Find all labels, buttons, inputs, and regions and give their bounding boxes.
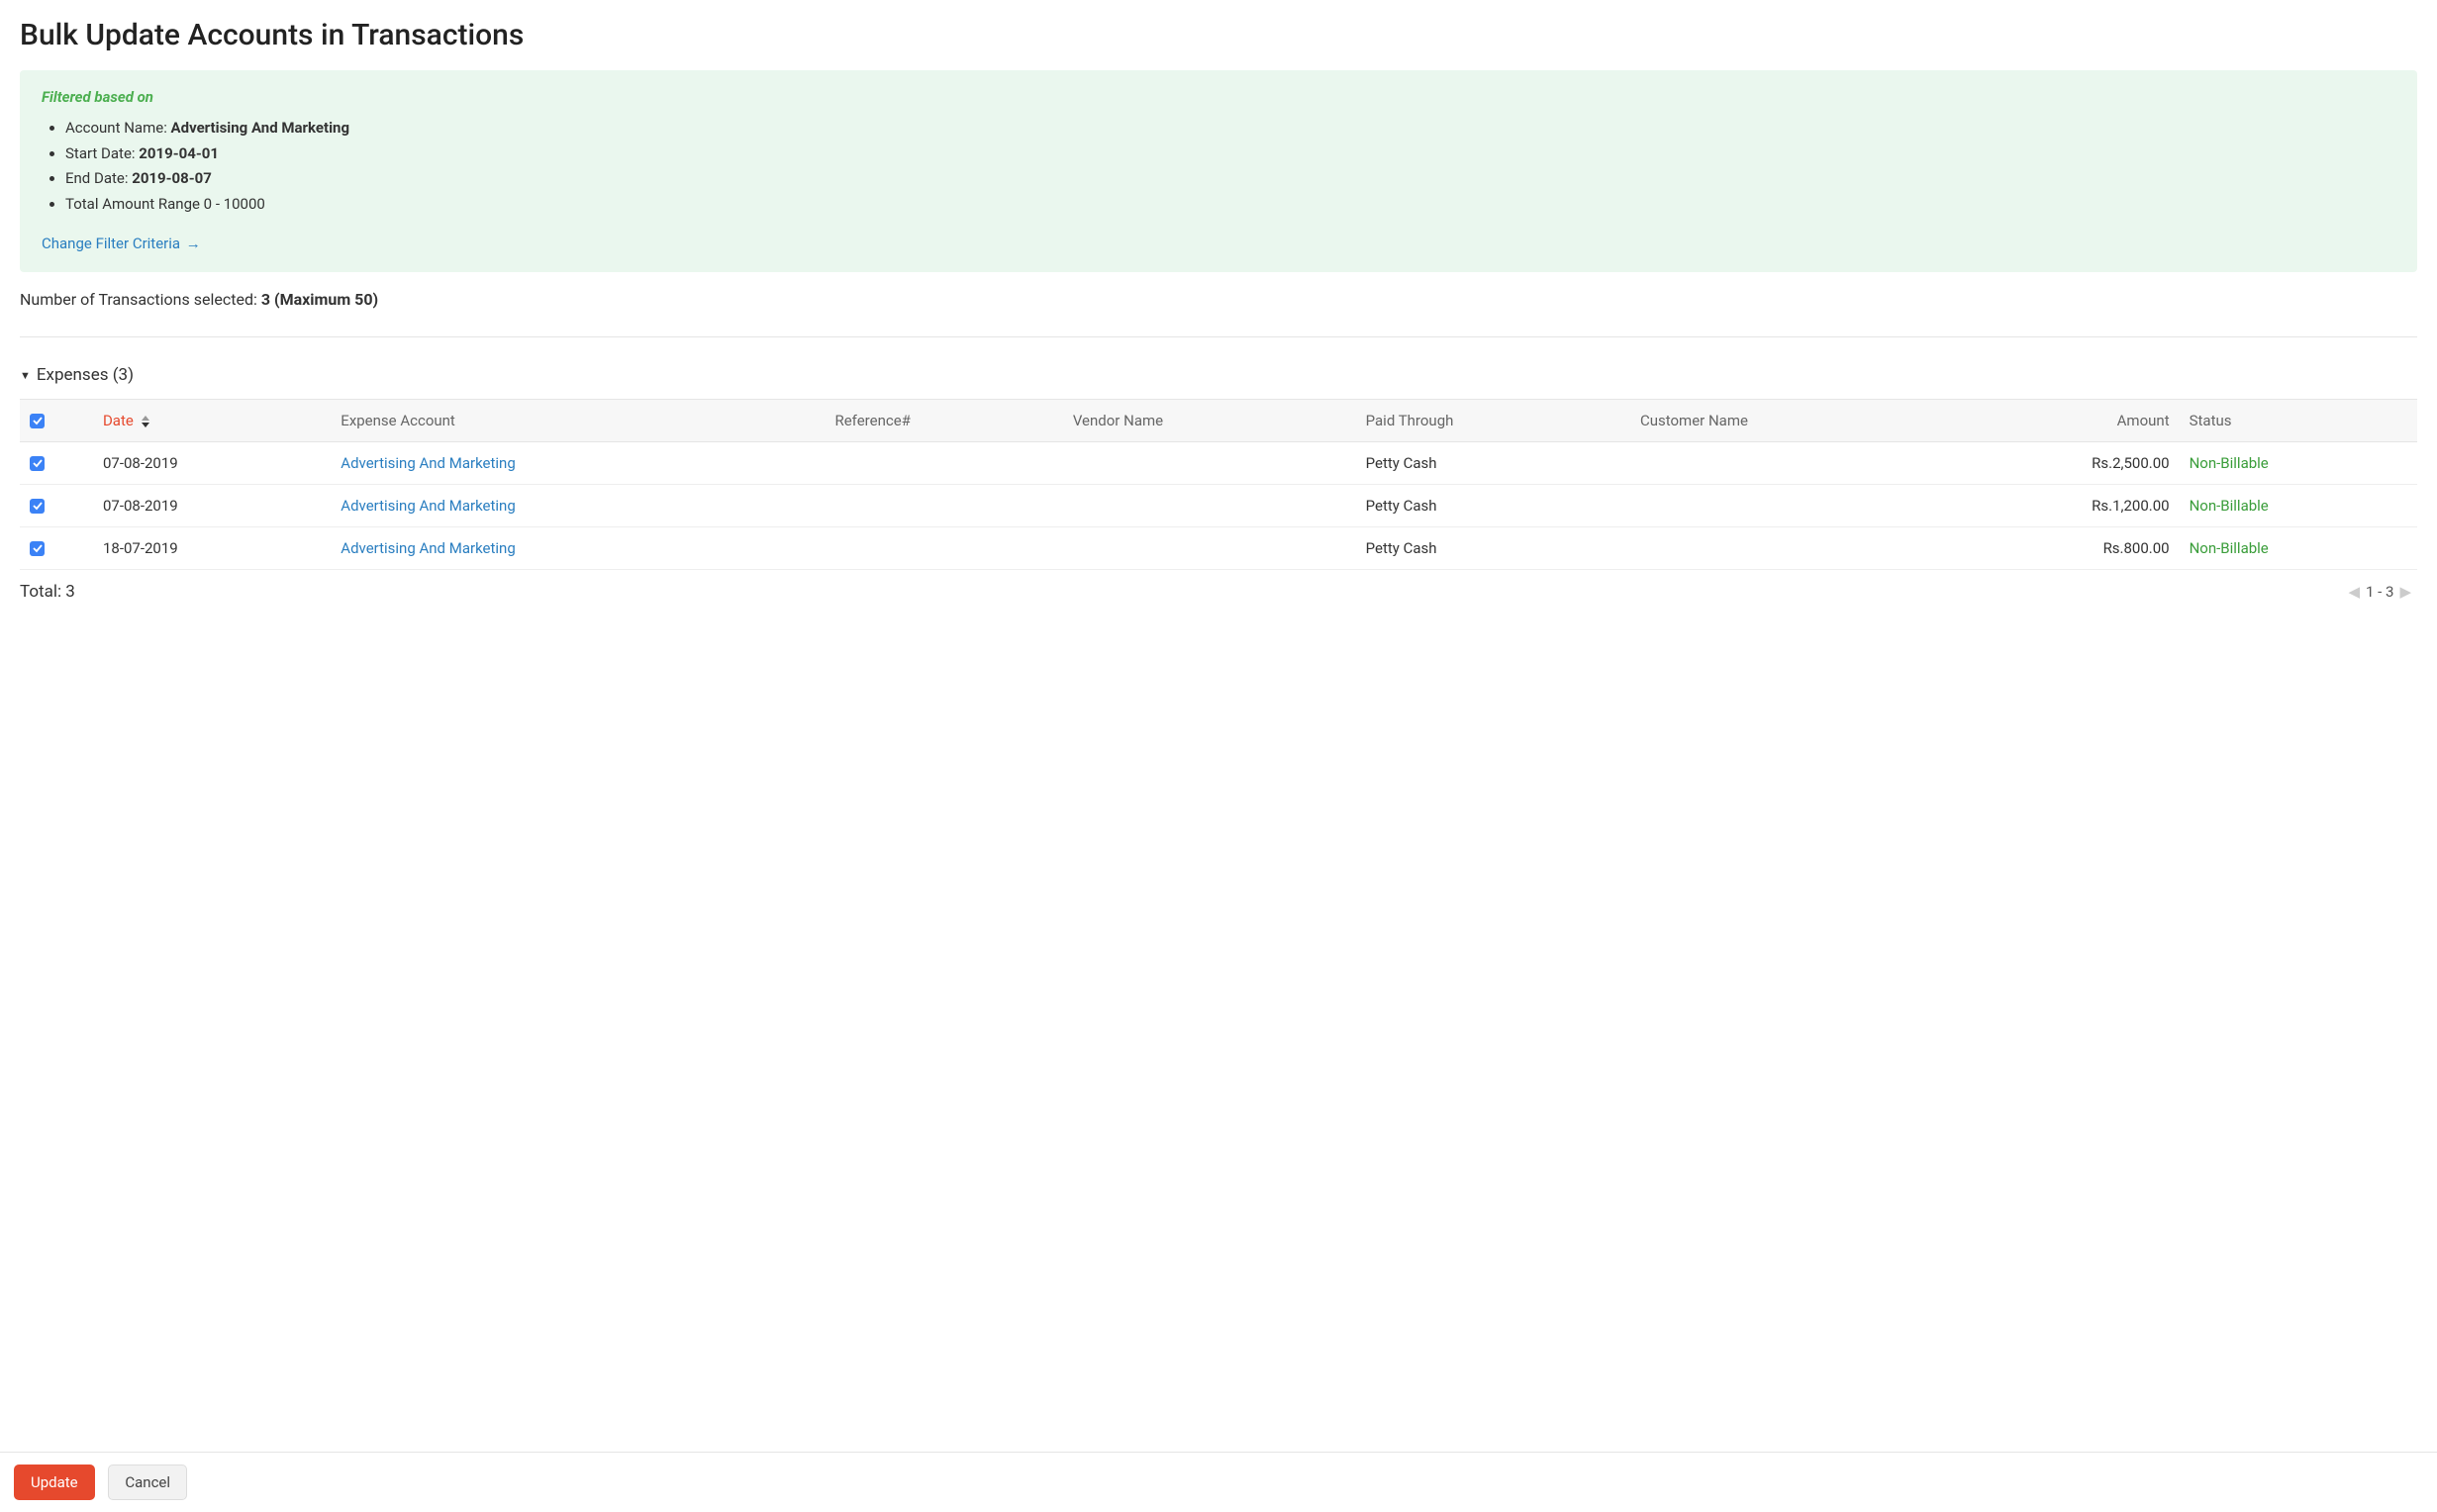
cell-status: Non-Billable	[2180, 527, 2417, 570]
row-checkbox[interactable]	[30, 456, 45, 471]
cell-date: 18-07-2019	[93, 527, 331, 570]
cancel-button[interactable]: Cancel	[108, 1465, 187, 1500]
expense-account-link[interactable]: Advertising And Marketing	[341, 497, 515, 515]
cell-status: Non-Billable	[2180, 485, 2417, 527]
pager-next[interactable]: ▶	[2393, 583, 2417, 601]
filter-item-account: Account Name: Advertising And Marketing	[65, 116, 2395, 142]
expenses-section-toggle[interactable]: ▼ Expenses (3)	[20, 365, 2417, 385]
select-all-checkbox[interactable]	[30, 414, 45, 428]
row-checkbox[interactable]	[30, 541, 45, 556]
expenses-section-title: Expenses (3)	[37, 365, 134, 385]
cell-amount: Rs.2,500.00	[1960, 442, 2180, 485]
filter-item-end-date: End Date: 2019-08-07	[65, 166, 2395, 192]
cell-amount: Rs.1,200.00	[1960, 485, 2180, 527]
arrow-right-icon: →	[182, 235, 201, 252]
expenses-table: Date Expense Account Reference# Vendor N…	[20, 399, 2417, 570]
header-customer[interactable]: Customer Name	[1630, 400, 1960, 442]
cell-date: 07-08-2019	[93, 485, 331, 527]
row-checkbox[interactable]	[30, 499, 45, 514]
filter-summary-panel: Filtered based on Account Name: Advertis…	[20, 70, 2417, 272]
pager: ◀ 1 - 3 ▶	[2342, 583, 2417, 601]
change-filter-link[interactable]: Change Filter Criteria →	[42, 235, 201, 252]
expense-account-link[interactable]: Advertising And Marketing	[341, 454, 515, 472]
header-vendor[interactable]: Vendor Name	[1063, 400, 1356, 442]
update-button[interactable]: Update	[14, 1465, 95, 1500]
cell-customer	[1630, 442, 1960, 485]
cell-vendor	[1063, 442, 1356, 485]
cell-status: Non-Billable	[2180, 442, 2417, 485]
filter-item-start-date: Start Date: 2019-04-01	[65, 142, 2395, 167]
cell-reference	[825, 527, 1062, 570]
cell-paid-through: Petty Cash	[1356, 442, 1630, 485]
cell-reference	[825, 485, 1062, 527]
expense-account-link[interactable]: Advertising And Marketing	[341, 539, 515, 557]
filter-heading: Filtered based on	[42, 88, 2395, 106]
table-row: 18-07-2019 Advertising And Marketing Pet…	[20, 527, 2417, 570]
table-row: 07-08-2019 Advertising And Marketing Pet…	[20, 442, 2417, 485]
cell-expense-account: Advertising And Marketing	[331, 485, 825, 527]
header-reference[interactable]: Reference#	[825, 400, 1062, 442]
cell-reference	[825, 442, 1062, 485]
sort-icon	[142, 416, 149, 427]
total-count: Total: 3	[20, 582, 75, 602]
cell-customer	[1630, 485, 1960, 527]
header-paid-through[interactable]: Paid Through	[1356, 400, 1630, 442]
divider	[20, 336, 2417, 337]
table-row: 07-08-2019 Advertising And Marketing Pet…	[20, 485, 2417, 527]
page-title: Bulk Update Accounts in Transactions	[20, 18, 2417, 52]
cell-vendor	[1063, 485, 1356, 527]
header-amount[interactable]: Amount	[1960, 400, 2180, 442]
cell-amount: Rs.800.00	[1960, 527, 2180, 570]
header-status[interactable]: Status	[2180, 400, 2417, 442]
action-bar: Update Cancel	[0, 1452, 2437, 1512]
header-date[interactable]: Date	[93, 400, 331, 442]
cell-vendor	[1063, 527, 1356, 570]
pager-range: 1 - 3	[2366, 583, 2393, 601]
cell-paid-through: Petty Cash	[1356, 527, 1630, 570]
cell-paid-through: Petty Cash	[1356, 485, 1630, 527]
cell-date: 07-08-2019	[93, 442, 331, 485]
filter-item-amount-range: Total Amount Range 0 - 10000	[65, 192, 2395, 218]
cell-expense-account: Advertising And Marketing	[331, 442, 825, 485]
caret-down-icon: ▼	[20, 369, 31, 382]
header-select-all	[20, 400, 93, 442]
filter-list: Account Name: Advertising And Marketing …	[42, 116, 2395, 217]
selected-count: Number of Transactions selected: 3 (Maxi…	[20, 290, 2417, 309]
cell-customer	[1630, 527, 1960, 570]
header-expense-account[interactable]: Expense Account	[331, 400, 825, 442]
pager-prev[interactable]: ◀	[2342, 583, 2366, 601]
cell-expense-account: Advertising And Marketing	[331, 527, 825, 570]
